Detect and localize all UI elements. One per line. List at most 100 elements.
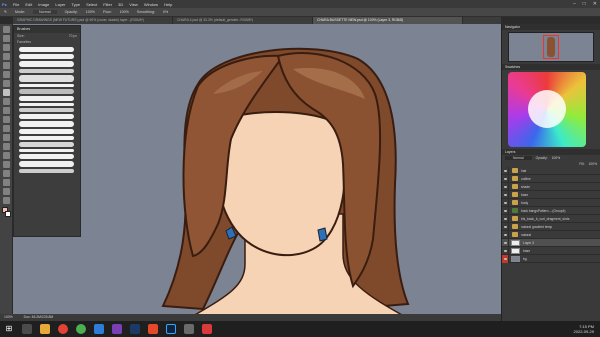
photoshop-taskbar-icon[interactable]: [166, 324, 176, 334]
layer-row[interactable]: bls_back_b_curl_dragment_shds: [502, 214, 600, 223]
app-icon[interactable]: [94, 324, 104, 334]
eye-icon[interactable]: [502, 222, 509, 231]
menu-filter[interactable]: Filter: [103, 2, 112, 7]
layer-opacity-value[interactable]: 100%: [552, 156, 560, 160]
history-brush-tool-icon[interactable]: [3, 107, 10, 114]
layer-row[interactable]: base: [502, 246, 600, 255]
app-icon[interactable]: [202, 324, 212, 334]
quick-select-tool-icon[interactable]: [3, 53, 10, 60]
menu-view[interactable]: View: [129, 2, 138, 7]
layer-row[interactable]: bg: [502, 254, 600, 263]
layer-row[interactable]: shade: [502, 182, 600, 191]
menu-window[interactable]: Window: [144, 2, 158, 7]
maximize-button[interactable]: □: [583, 1, 586, 7]
eye-icon[interactable]: [502, 198, 509, 207]
brush-preset[interactable]: [19, 108, 74, 112]
shape-tool-icon[interactable]: [3, 179, 10, 186]
menu-file[interactable]: File: [13, 2, 19, 7]
app-icon[interactable]: [184, 324, 194, 334]
eye-icon[interactable]: [502, 254, 509, 263]
brush-preset[interactable]: [19, 136, 74, 140]
brush-preset[interactable]: [19, 114, 74, 119]
opacity-value[interactable]: 100%: [86, 10, 95, 14]
clock[interactable]: 7:15 PM 2022-09-29: [574, 324, 594, 334]
flow-value[interactable]: 100%: [120, 10, 129, 14]
windows-start-icon[interactable]: ⊞: [4, 324, 14, 334]
eye-icon[interactable]: [502, 182, 509, 191]
close-button[interactable]: ✕: [593, 1, 597, 7]
brush-group-label[interactable]: Favorites: [17, 40, 31, 44]
eye-icon[interactable]: [502, 214, 509, 223]
menu-layer[interactable]: Layer: [55, 2, 65, 7]
dodge-tool-icon[interactable]: [3, 143, 10, 150]
brush-preset[interactable]: [19, 154, 74, 159]
tab-chara-bussette[interactable]: CHARA BUSSETTE NEW.psd @ 100% (Layer 3, …: [313, 17, 463, 24]
zoom-level[interactable]: 100%: [4, 315, 13, 319]
menu-edit[interactable]: Edit: [25, 2, 32, 7]
layer-row[interactable]: back bangsPattern-...(Group4): [502, 206, 600, 215]
layer-row[interactable]: hair: [502, 166, 600, 175]
eye-icon[interactable]: [502, 246, 509, 255]
layer-fill-value[interactable]: 100%: [589, 162, 597, 166]
type-tool-icon[interactable]: [3, 161, 10, 168]
brush-preset[interactable]: [19, 161, 74, 167]
layer-row[interactable]: body: [502, 198, 600, 207]
menu-type[interactable]: Type: [71, 2, 80, 7]
zoom-tool-icon[interactable]: [3, 197, 10, 204]
layer-row[interactable]: outline: [502, 174, 600, 183]
brush-preset[interactable]: [19, 96, 74, 101]
eraser-tool-icon[interactable]: [3, 116, 10, 123]
menu-image[interactable]: Image: [38, 2, 49, 7]
brush-preset[interactable]: [19, 69, 74, 73]
marquee-tool-icon[interactable]: [3, 35, 10, 42]
color-swatches[interactable]: [0, 206, 12, 220]
hand-tool-icon[interactable]: [3, 188, 10, 195]
menu-select[interactable]: Select: [86, 2, 97, 7]
app-icon[interactable]: [76, 324, 86, 334]
menu-3d[interactable]: 3D: [118, 2, 123, 7]
brush-preset[interactable]: [19, 75, 74, 82]
path-select-tool-icon[interactable]: [3, 170, 10, 177]
pen-tool-icon[interactable]: [3, 152, 10, 159]
tab-chara-4[interactable]: CHARA 4.psd @ 33.3% (default_genderr..RG…: [173, 17, 313, 24]
move-tool-icon[interactable]: [3, 26, 10, 33]
brush-tool-icon[interactable]: [3, 89, 10, 96]
search-icon[interactable]: [22, 324, 32, 334]
blur-tool-icon[interactable]: [3, 134, 10, 141]
healing-tool-icon[interactable]: [3, 80, 10, 87]
brush-preset[interactable]: [19, 89, 74, 94]
app-icon[interactable]: [148, 324, 158, 334]
navigator-viewbox[interactable]: [543, 35, 559, 59]
background-color[interactable]: [5, 211, 11, 217]
canvas[interactable]: [13, 24, 501, 321]
app-icon[interactable]: [112, 324, 122, 334]
lasso-tool-icon[interactable]: [3, 44, 10, 51]
file-explorer-icon[interactable]: [40, 324, 50, 334]
steam-icon[interactable]: [130, 324, 140, 334]
menu-help[interactable]: Help: [164, 2, 172, 7]
brush-preset[interactable]: [19, 121, 74, 127]
eye-icon[interactable]: [502, 206, 509, 215]
layer-row-selected[interactable]: Layer 3: [502, 238, 600, 247]
layer-row[interactable]: natural: [502, 230, 600, 239]
brush-preset[interactable]: [19, 84, 74, 87]
brush-preset[interactable]: [19, 47, 74, 52]
eye-icon[interactable]: [502, 174, 509, 183]
brush-preset[interactable]: [19, 129, 74, 134]
layer-row[interactable]: base: [502, 190, 600, 199]
brush-preset[interactable]: [19, 54, 74, 59]
eye-icon[interactable]: [502, 166, 509, 175]
stamp-tool-icon[interactable]: [3, 98, 10, 105]
smoothing-value[interactable]: 0%: [163, 10, 168, 14]
gradient-tool-icon[interactable]: [3, 125, 10, 132]
minimize-button[interactable]: –: [573, 1, 576, 7]
eyedropper-tool-icon[interactable]: [3, 71, 10, 78]
brush-preset[interactable]: [19, 103, 74, 106]
layer-row[interactable]: natural gradient temp: [502, 222, 600, 231]
navigator-preview[interactable]: [508, 32, 594, 62]
swatch-grid[interactable]: [508, 72, 594, 147]
brush-preset[interactable]: [19, 149, 74, 152]
photoshop-logo-icon[interactable]: Ps: [2, 2, 7, 7]
brush-tool-icon[interactable]: ✎: [4, 10, 7, 14]
eye-icon[interactable]: [502, 190, 509, 199]
